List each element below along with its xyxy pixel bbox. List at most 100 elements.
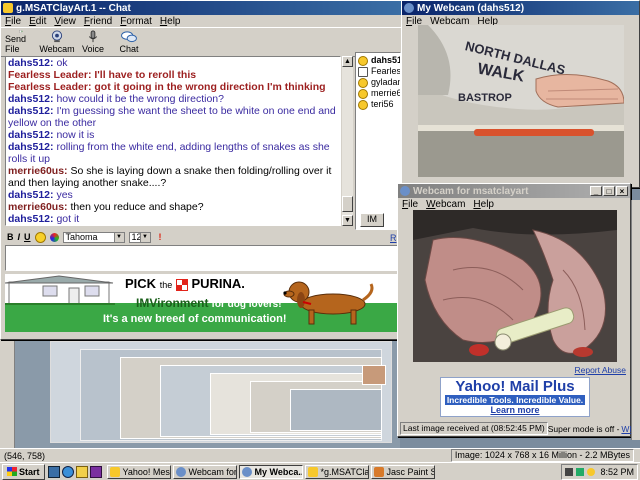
yahoo-mail-ad[interactable]: Yahoo! Mail Plus Incredible Tools. Incre… (440, 377, 590, 417)
chat-message-author: dahs512: (8, 57, 54, 69)
chat-message-text: got it (56, 213, 80, 225)
participant-item[interactable]: teri56 (356, 99, 400, 110)
task-paint-shop[interactable]: Jasc Paint Sh... (370, 464, 435, 479)
format-toolbar: B I U Tahoma ▼ 12 ▼ ! (7, 231, 347, 243)
chat-message-text: ok (56, 57, 68, 69)
chat-button[interactable]: Chat (113, 30, 145, 54)
chat-message: dahs512: how could it be the wrong direc… (6, 93, 340, 105)
send-file-button[interactable]: Send File (5, 30, 37, 54)
user-online-icon (358, 55, 368, 66)
font-select[interactable]: Tahoma ▼ (62, 231, 125, 243)
font-size-select[interactable]: 12 ▼ (128, 231, 151, 243)
task-my-webcam[interactable]: My Webca... (238, 464, 303, 479)
right-edge-link[interactable]: R (390, 233, 397, 243)
user-online-icon (358, 66, 368, 77)
purina-ad-banner[interactable]: PICK the PURINA. IMVironment for dog lov… (5, 274, 401, 332)
menu-view[interactable]: View (54, 16, 76, 27)
maximize-button[interactable]: □ (603, 186, 615, 196)
chat-message-text: now it is (56, 129, 95, 141)
dachshund-illustration (283, 281, 374, 325)
text-color-icon[interactable] (49, 232, 59, 242)
im-button[interactable]: IM (360, 213, 384, 227)
participant-item[interactable]: Fearless Le (356, 66, 400, 77)
participant-item[interactable]: dahs512 (356, 55, 400, 66)
chat-message-text: how could it be the wrong direction? (56, 93, 224, 105)
menu-format[interactable]: Format (120, 16, 152, 27)
remote-webcam-video (413, 210, 617, 362)
scroll-up-button[interactable]: ▲ (342, 56, 353, 67)
participant-item[interactable]: gyladams (356, 77, 400, 88)
task-webcam-for[interactable]: Webcam for ... (172, 464, 237, 479)
chat-log[interactable]: dahs512: ok Fearless Leader: I'll have to… (5, 56, 341, 226)
chat-message-author: dahs512: (8, 105, 54, 117)
menu-file[interactable]: File (402, 199, 418, 210)
speaker-icon[interactable] (565, 467, 574, 476)
menu-help[interactable]: Help (160, 16, 181, 27)
chat-lines: dahs512: ok Fearless Leader: I'll have to… (6, 57, 340, 225)
chat-message-text: I'll have to reroll this (94, 69, 197, 81)
underline-button[interactable]: U (24, 232, 31, 242)
menu-file[interactable]: File (5, 16, 21, 27)
purina-checkerboard-logo (175, 278, 188, 291)
voice-button[interactable]: Voice (77, 30, 109, 54)
svg-text:BASTROP: BASTROP (458, 92, 512, 104)
remote-webcam-titlebar[interactable]: Webcam for msatclayart _ □ × (398, 184, 630, 198)
chat-log-scrollbar[interactable]: ▲ ▼ (341, 56, 353, 226)
chat-message: Fearless Leader: I'll have to reroll thi… (6, 69, 340, 81)
ad-imvironment-line: IMVironment for dog lovers! (136, 296, 282, 310)
report-abuse-link[interactable]: Report Abuse (574, 365, 626, 375)
chat-message-text: rolling from the white end, adding lengt… (8, 141, 330, 165)
task-yahoo-messenger[interactable]: Yahoo! Mess... (106, 464, 171, 479)
webcam-frame-shirt-and-hand: NORTH DALLAS WALK BASTROP (418, 25, 624, 177)
ad-learn-more-link[interactable]: Learn more (441, 405, 589, 416)
chat-message: dahs512: now it is (6, 129, 340, 141)
chat-message-author: dahs512: (8, 189, 54, 201)
participants-panel: dahs512 Fearless Le gyladams merrie60us … (355, 52, 401, 230)
cursor-coordinates: (546, 758) (4, 450, 46, 461)
menu-friend[interactable]: Friend (84, 16, 112, 27)
task-chat[interactable]: *g.MSATClay... (304, 464, 369, 479)
alert-icon[interactable]: ! (159, 232, 162, 242)
network-icon[interactable] (576, 467, 585, 476)
chat-bubbles-icon (121, 31, 137, 43)
chat-titlebar[interactable]: g.MSATClayArt.1 -- Chat (1, 1, 401, 15)
remote-webcam-window: Webcam for msatclayart _ □ × File Webcam… (397, 183, 640, 437)
chat-menubar: File Edit View Friend Format Help (1, 15, 401, 27)
smiley-icon[interactable] (34, 231, 46, 243)
chat-message: dahs512: ok (6, 57, 340, 69)
system-tray: 8:52 PM (561, 463, 638, 480)
chat-message-author: Fearless Leader: (8, 81, 92, 93)
webcam-button[interactable]: Webcam (39, 30, 75, 54)
scroll-thumb[interactable] (342, 196, 353, 212)
participant-item[interactable]: merrie60us (356, 88, 400, 99)
chat-message-author: merrie60us: (8, 165, 68, 177)
webcam-frame-hands-rolling-clay (413, 210, 617, 362)
outlook-icon[interactable] (75, 465, 88, 478)
paint-shop-icon (373, 466, 384, 477)
menu-webcam[interactable]: Webcam (426, 199, 465, 210)
scroll-down-button[interactable]: ▼ (342, 215, 353, 226)
remote-webcam-title: Webcam for msatclayart (413, 185, 529, 197)
webcam-icon (241, 466, 252, 477)
bold-button[interactable]: B (7, 232, 14, 242)
ad-pick-line: PICK the PURINA. (125, 276, 245, 291)
paint-left-toolbar (0, 340, 15, 448)
remote-webcam-menubar: File Webcam Help (398, 198, 630, 210)
minimize-button[interactable]: _ (590, 186, 602, 196)
my-webcam-titlebar[interactable]: My Webcam (dahs512) (402, 1, 639, 15)
message-input[interactable] (5, 245, 401, 271)
desktop-icon[interactable] (47, 465, 60, 478)
media-player-icon[interactable] (89, 465, 102, 478)
start-button[interactable]: Start (2, 463, 45, 480)
ad-subtitle: Incredible Tools. Incredible Value. (445, 395, 585, 405)
last-image-status: Last image received at (08:52:45 PM) (400, 422, 548, 435)
messenger-tray-icon[interactable] (587, 467, 596, 476)
chat-message: Fearless Leader: got it going in the wro… (6, 81, 340, 93)
italic-button[interactable]: I (18, 232, 21, 242)
internet-explorer-icon[interactable] (61, 465, 74, 478)
chat-message-author: dahs512: (8, 129, 54, 141)
menu-edit[interactable]: Edit (29, 16, 46, 27)
ad-title: Yahoo! Mail Plus (455, 378, 575, 395)
close-button[interactable]: × (616, 186, 628, 196)
menu-help[interactable]: Help (473, 199, 494, 210)
